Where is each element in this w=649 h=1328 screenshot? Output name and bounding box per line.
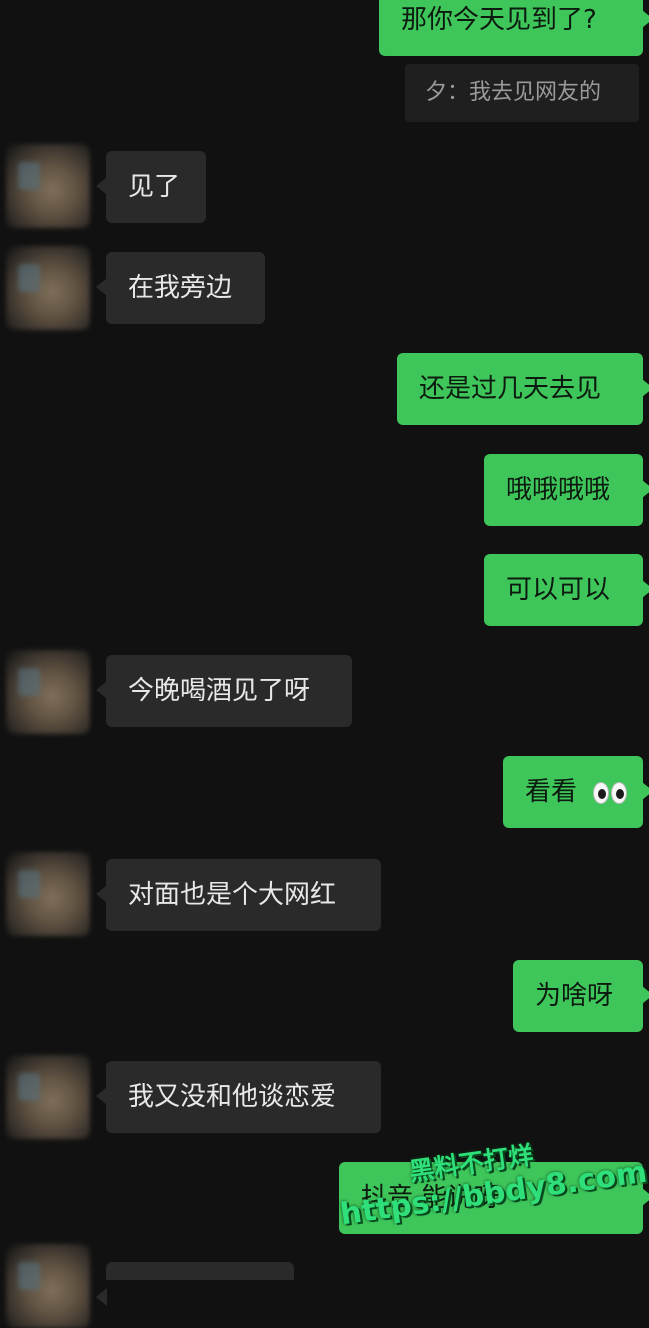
message-text: 对面也是个大网红 xyxy=(128,880,337,910)
contact-avatar[interactable] xyxy=(6,1244,90,1328)
message-text: 今晚喝酒见了呀 xyxy=(128,676,311,706)
sent-message-bubble[interactable]: 为啥呀 xyxy=(513,960,649,1032)
sent-message-bubble[interactable]: 看看 xyxy=(503,756,649,828)
message-text: 哦哦哦哦 xyxy=(506,475,611,505)
sent-message-bubble[interactable]: 抖音 能说呀 xyxy=(339,1162,649,1234)
eyes-emoji-icon xyxy=(591,780,629,806)
chat-conversation: 那你今天见到了? 夕：我去见网友的 见了 在我旁边 还是过几天去见 哦哦哦哦 可… xyxy=(0,0,649,1328)
message-text: 那你今天见到了? xyxy=(401,5,597,35)
sent-message-bubble[interactable]: 可以可以 xyxy=(484,554,649,626)
message-text: 见了 xyxy=(128,172,181,202)
received-message-bubble[interactable]: 对面也是个大网红 xyxy=(96,859,381,931)
received-message-bubble[interactable]: 见了 xyxy=(96,151,206,223)
message-text: 还是过几天去见 xyxy=(419,374,602,404)
contact-avatar[interactable] xyxy=(6,246,90,330)
sent-message-bubble[interactable]: 哦哦哦哦 xyxy=(484,454,649,526)
received-message-bubble[interactable]: 在我旁边 xyxy=(96,252,265,324)
quoted-reply[interactable]: 夕：我去见网友的 xyxy=(405,64,639,122)
message-text: 我又没和他谈恋爱 xyxy=(128,1082,337,1112)
message-text: 在我旁边 xyxy=(128,273,233,303)
message-text: 看看 xyxy=(525,777,578,807)
contact-avatar[interactable] xyxy=(6,650,90,734)
contact-avatar[interactable] xyxy=(6,1055,90,1139)
sent-message-bubble[interactable]: 还是过几天去见 xyxy=(397,353,649,425)
contact-avatar[interactable] xyxy=(6,852,90,936)
received-message-bubble[interactable]: 今晚喝酒见了呀 xyxy=(96,655,352,727)
received-message-bubble[interactable] xyxy=(96,1262,294,1306)
message-text: 可以可以 xyxy=(506,575,611,605)
message-text: 为啥呀 xyxy=(535,981,614,1011)
sent-message-bubble[interactable]: 那你今天见到了? xyxy=(379,0,649,56)
message-text: 抖音 能说呀 xyxy=(361,1183,500,1213)
quoted-text: 夕：我去见网友的 xyxy=(425,80,602,105)
contact-avatar[interactable] xyxy=(6,144,90,228)
received-message-bubble[interactable]: 我又没和他谈恋爱 xyxy=(96,1061,381,1133)
